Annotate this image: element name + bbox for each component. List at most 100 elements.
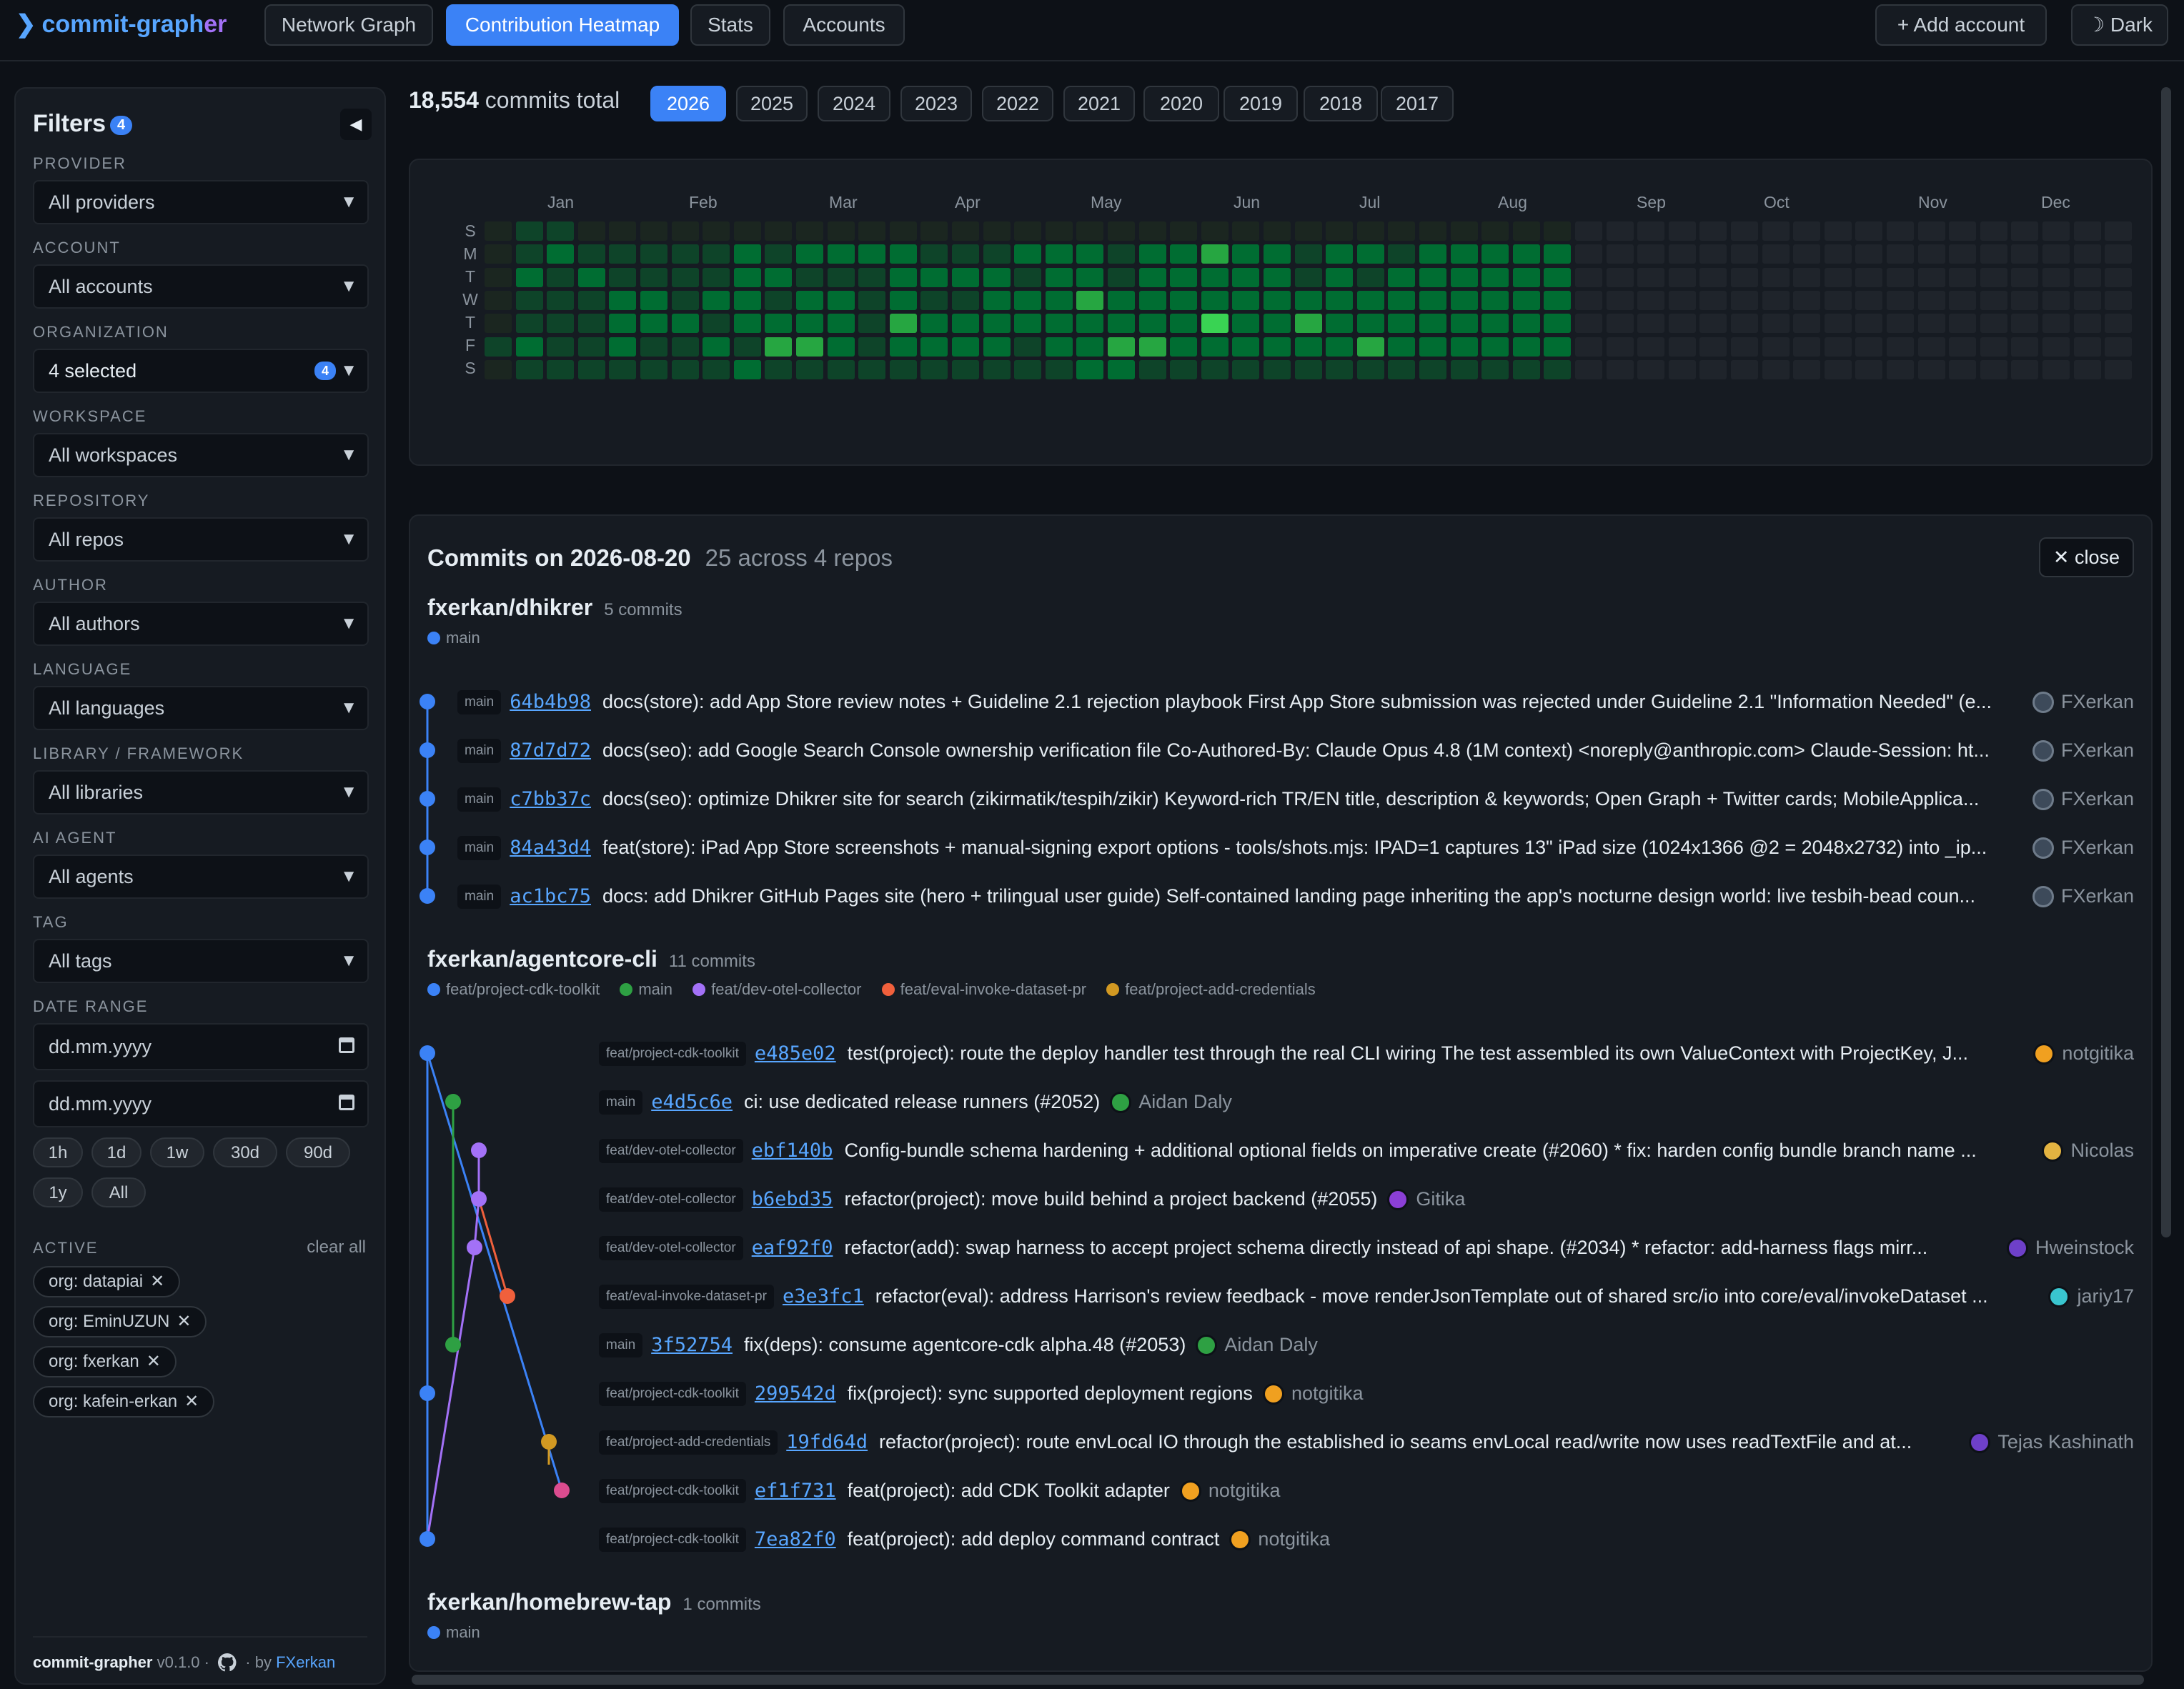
- heatmap-cell[interactable]: [1451, 291, 1478, 310]
- heatmap-cell[interactable]: [1419, 337, 1446, 357]
- heatmap-cell[interactable]: [1357, 291, 1384, 310]
- heatmap-cell[interactable]: [640, 291, 667, 310]
- heatmap-cell[interactable]: [640, 244, 667, 264]
- heatmap-cell[interactable]: [516, 337, 543, 357]
- commit-node[interactable]: [554, 1483, 570, 1498]
- heatmap-cell[interactable]: [2042, 291, 2070, 310]
- horizontal-scrollbar[interactable]: [412, 1675, 2144, 1685]
- heatmap-cell[interactable]: [1232, 360, 1259, 379]
- heatmap-cell[interactable]: [1108, 291, 1135, 310]
- heatmap-cell[interactable]: [890, 337, 917, 357]
- commit-row[interactable]: feat/project-add-credentials 19fd64d refac…: [599, 1425, 2025, 1459]
- heatmap-cell[interactable]: [734, 268, 761, 287]
- heatmap-cell[interactable]: [796, 221, 823, 241]
- heatmap-cell[interactable]: [1046, 314, 1073, 333]
- heatmap-cell[interactable]: [485, 268, 512, 287]
- commit-author[interactable]: Tejas Kashinath: [1969, 1425, 2134, 1459]
- heatmap-cell[interactable]: [765, 360, 792, 379]
- heatmap-cell[interactable]: [1949, 244, 1976, 264]
- heatmap-cell[interactable]: [1419, 291, 1446, 310]
- heatmap-cell[interactable]: [578, 244, 605, 264]
- heatmap-cell[interactable]: [1481, 314, 1509, 333]
- heatmap-cell[interactable]: [485, 244, 512, 264]
- heatmap-cell[interactable]: [1232, 268, 1259, 287]
- heatmap-cell[interactable]: [1637, 360, 1664, 379]
- commit-row[interactable]: feat/project-cdk-toolkit e485e02 test(proj…: [599, 1036, 2025, 1070]
- heatmap-cell[interactable]: [890, 314, 917, 333]
- heatmap-cell[interactable]: [1108, 244, 1135, 264]
- heatmap-cell[interactable]: [1949, 337, 1976, 357]
- heatmap-cell[interactable]: [1014, 221, 1041, 241]
- heatmap-cell[interactable]: [2105, 291, 2132, 310]
- workspace-select[interactable]: All workspaces ▼: [33, 433, 369, 477]
- heatmap-cell[interactable]: [734, 291, 761, 310]
- commit-author[interactable]: FXerkan: [2032, 733, 2134, 767]
- commit-row[interactable]: feat/dev-otel-collector b6ebd35 refactor(p…: [599, 1182, 2054, 1216]
- tab-accounts[interactable]: Accounts: [783, 4, 905, 46]
- heatmap-cell[interactable]: [1793, 291, 1820, 310]
- heatmap-cell[interactable]: [1669, 360, 1696, 379]
- heatmap-cell[interactable]: [1762, 268, 1790, 287]
- heatmap-cell[interactable]: [1825, 268, 1852, 287]
- heatmap-cell[interactable]: [1949, 360, 1976, 379]
- heatmap-cell[interactable]: [672, 337, 699, 357]
- heatmap-cell[interactable]: [2011, 360, 2038, 379]
- heatmap-cell[interactable]: [1762, 337, 1790, 357]
- heatmap-cell[interactable]: [703, 268, 730, 287]
- heatmap-cell[interactable]: [1544, 221, 1571, 241]
- heatmap-cell[interactable]: [1326, 244, 1353, 264]
- heatmap-cell[interactable]: [1637, 314, 1664, 333]
- heatmap-cell[interactable]: [1513, 268, 1540, 287]
- commit-author[interactable]: FXerkan: [2032, 782, 2134, 816]
- heatmap-cell[interactable]: [1076, 221, 1103, 241]
- repo-title[interactable]: fxerkan/homebrew-tap 1 commits: [427, 1589, 761, 1615]
- heatmap-cell[interactable]: [703, 360, 730, 379]
- heatmap-cell[interactable]: [2105, 337, 2132, 357]
- heatmap-cell[interactable]: [547, 268, 574, 287]
- heatmap-cell[interactable]: [672, 268, 699, 287]
- commit-node[interactable]: [541, 1434, 557, 1450]
- heatmap-cell[interactable]: [1388, 291, 1415, 310]
- heatmap-cell[interactable]: [1637, 291, 1664, 310]
- heatmap-cell[interactable]: [516, 314, 543, 333]
- heatmap-cell[interactable]: [1762, 244, 1790, 264]
- heatmap-cell[interactable]: [1544, 291, 1571, 310]
- heatmap-cell[interactable]: [578, 268, 605, 287]
- heatmap-cell[interactable]: [983, 314, 1011, 333]
- heatmap-cell[interactable]: [1232, 291, 1259, 310]
- heatmap-cell[interactable]: [1575, 314, 1602, 333]
- close-icon[interactable]: ✕: [184, 1392, 199, 1411]
- heatmap-cell[interactable]: [1139, 314, 1166, 333]
- heatmap-cell[interactable]: [609, 337, 636, 357]
- heatmap-cell[interactable]: [2011, 268, 2038, 287]
- account-select[interactable]: All accounts ▼: [33, 264, 369, 309]
- commit-sha-link[interactable]: e3e3fc1: [783, 1285, 864, 1307]
- collapse-sidebar-button[interactable]: ◀: [340, 109, 372, 140]
- heatmap-cell[interactable]: [2105, 221, 2132, 241]
- year-2020-button[interactable]: 2020: [1143, 86, 1219, 121]
- heatmap-cell[interactable]: [640, 360, 667, 379]
- range-1y-button[interactable]: 1y: [33, 1177, 83, 1207]
- year-2023-button[interactable]: 2023: [900, 86, 972, 121]
- heatmap-cell[interactable]: [734, 221, 761, 241]
- heatmap-cell[interactable]: [1419, 314, 1446, 333]
- heatmap-cell[interactable]: [1108, 221, 1135, 241]
- heatmap-cell[interactable]: [1014, 244, 1041, 264]
- year-2022-button[interactable]: 2022: [982, 86, 1053, 121]
- heatmap-cell[interactable]: [609, 291, 636, 310]
- heatmap-cell[interactable]: [1699, 337, 1727, 357]
- heatmap-cell[interactable]: [796, 244, 823, 264]
- commit-node[interactable]: [471, 1191, 487, 1207]
- heatmap-cell[interactable]: [796, 360, 823, 379]
- heatmap-cell[interactable]: [1544, 337, 1571, 357]
- heatmap-cell[interactable]: [609, 314, 636, 333]
- heatmap-cell[interactable]: [1887, 221, 1914, 241]
- heatmap-cell[interactable]: [703, 337, 730, 357]
- heatmap-cell[interactable]: [2042, 337, 2070, 357]
- commit-author[interactable]: notgitika: [1229, 1528, 1330, 1550]
- heatmap-cell[interactable]: [1699, 360, 1727, 379]
- heatmap-cell[interactable]: [1357, 244, 1384, 264]
- heatmap-cell[interactable]: [828, 291, 855, 310]
- commit-sha-link[interactable]: 7ea82f0: [755, 1528, 836, 1550]
- tag-select[interactable]: All tags ▼: [33, 939, 369, 983]
